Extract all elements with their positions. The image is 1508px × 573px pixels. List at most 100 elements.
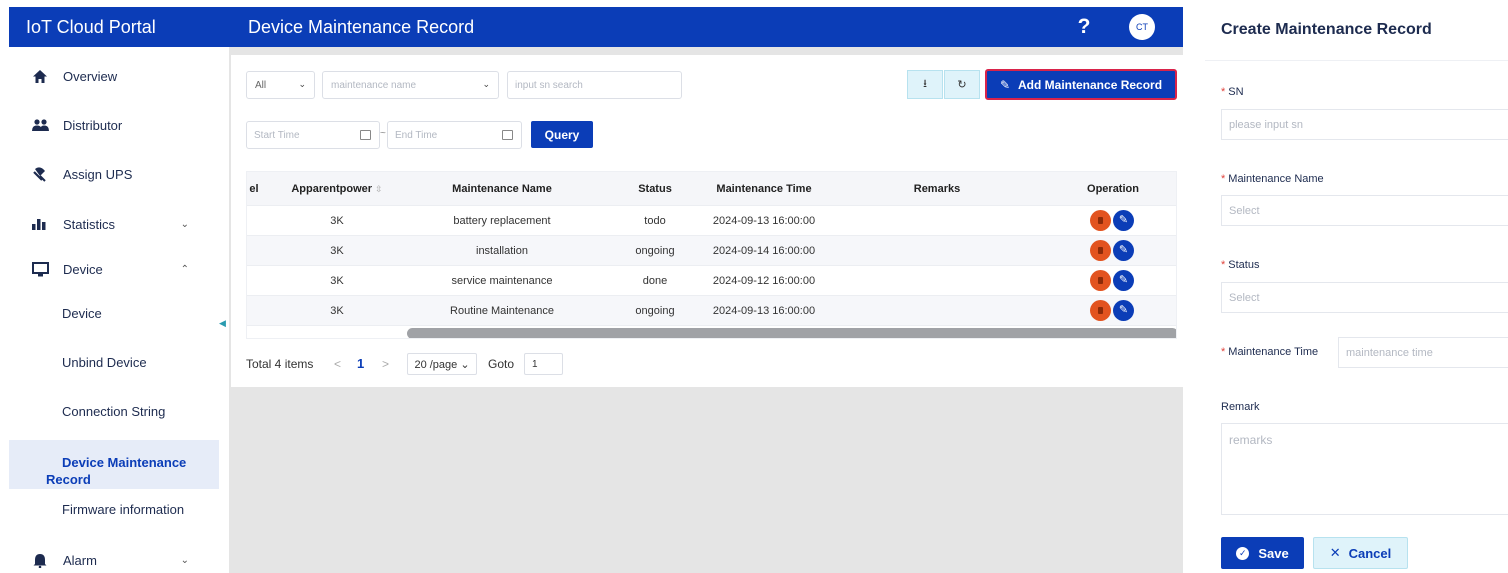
column-header-model: el [249, 183, 259, 195]
refresh-button[interactable]: ↻ [944, 70, 980, 99]
sidebar-subitem-unbind-device[interactable]: Unbind Device [9, 355, 219, 370]
maintenance-time-input[interactable]: maintenance time [1338, 337, 1508, 368]
cell-apparent-power: 3K [330, 305, 344, 317]
avatar[interactable]: CT [1129, 14, 1155, 40]
column-header-apparent-power[interactable]: Apparentpower ⇳ [282, 172, 392, 206]
sidebar-item-assign-ups[interactable]: Assign UPS [9, 165, 219, 183]
column-header-maintenance-name: Maintenance Name [452, 183, 552, 195]
delete-button[interactable] [1090, 210, 1111, 231]
page-size-select[interactable]: 20 /page ⌄ [407, 353, 477, 375]
sn-input[interactable]: please input sn [1221, 109, 1508, 140]
edit-button[interactable]: ✎ [1113, 240, 1134, 261]
top-bar: IoT Cloud Portal Device Maintenance Reco… [9, 7, 1183, 47]
pagination-total: Total 4 items [246, 357, 314, 371]
end-time-placeholder: End Time [395, 129, 438, 141]
remark-textarea[interactable]: remarks [1221, 423, 1508, 515]
delete-button[interactable] [1090, 300, 1111, 321]
type-select[interactable]: All ⌄ [246, 71, 315, 99]
sidebar: Overview Distributor Assign UPS Statisti… [9, 47, 219, 573]
sidebar-collapse-icon[interactable]: ◀ [219, 318, 227, 332]
home-icon [31, 67, 49, 85]
status-label-text: Status [1228, 259, 1260, 271]
delete-button[interactable] [1090, 240, 1111, 261]
cell-maintenance-name: service maintenance [451, 275, 553, 287]
chevron-down-icon[interactable]: ⌄ [181, 555, 189, 566]
cancel-button[interactable]: ✕ Cancel [1313, 537, 1408, 569]
sidebar-subitem-connection-string[interactable]: Connection String [9, 404, 219, 419]
sidebar-item-label: Assign UPS [63, 166, 133, 182]
table-row[interactable]: 3K battery replacement todo 2024-09-13 1… [247, 206, 1176, 236]
cancel-button-label: Cancel [1348, 545, 1392, 561]
status-select[interactable]: Select [1221, 282, 1508, 313]
end-time-input[interactable]: End Time [387, 121, 522, 149]
edit-button[interactable]: ✎ [1113, 270, 1134, 291]
maintenance-table: el Apparentpower ⇳ Maintenance Name Stat… [246, 171, 1177, 339]
required-mark: * [1221, 259, 1226, 271]
pagination-goto-input[interactable]: 1 [524, 353, 563, 375]
sidebar-subitem-firmware-information[interactable]: Firmware information [9, 502, 219, 517]
bell-icon [31, 551, 49, 569]
sidebar-item-device[interactable]: Device ⌃ [9, 260, 219, 278]
column-header-label: Apparentpower [291, 183, 373, 195]
sidebar-item-statistics[interactable]: Statistics ⌄ [9, 215, 219, 233]
form-divider [1205, 60, 1508, 61]
column-header-remarks: Remarks [913, 183, 961, 195]
table-row[interactable]: 3K Routine Maintenance ongoing 2024-09-1… [247, 296, 1176, 326]
pagination-next-button[interactable]: > [382, 357, 389, 371]
cell-maintenance-time: 2024-09-13 16:00:00 [712, 305, 816, 317]
brand-title: IoT Cloud Portal [26, 16, 156, 37]
start-time-input[interactable]: Start Time [246, 121, 380, 149]
help-icon[interactable]: ? [1074, 15, 1094, 39]
pagination-prev-button[interactable]: < [334, 357, 341, 371]
date-range-separator: ~ [380, 128, 386, 139]
sidebar-item-alarm[interactable]: Alarm ⌄ [9, 551, 219, 569]
start-time-placeholder: Start Time [254, 129, 300, 141]
required-mark: * [1221, 86, 1226, 98]
sidebar-item-distributor[interactable]: Distributor [9, 116, 219, 134]
delete-button[interactable] [1090, 270, 1111, 291]
add-maintenance-record-button[interactable]: ✎ Add Maintenance Record [985, 69, 1177, 100]
cell-maintenance-name: Routine Maintenance [450, 305, 554, 317]
cell-maintenance-time: 2024-09-14 16:00:00 [712, 245, 816, 257]
cell-maintenance-name: battery replacement [453, 215, 551, 227]
form-title: Create Maintenance Record [1221, 21, 1432, 38]
pagination-page-1[interactable]: 1 [357, 356, 364, 371]
sidebar-subitem-device-maintenance-record[interactable]: Device Maintenance Record [9, 440, 219, 489]
calendar-icon [502, 130, 513, 140]
table-row[interactable]: 3K installation ongoing 2024-09-14 16:00… [247, 236, 1176, 266]
edit-button[interactable]: ✎ [1113, 300, 1134, 321]
add-maintenance-record-label: Add Maintenance Record [1018, 77, 1163, 92]
sn-search-input[interactable]: input sn search [507, 71, 682, 99]
maintenance-name-select[interactable]: Select [1221, 195, 1508, 226]
save-button[interactable]: ✓ Save [1221, 537, 1304, 569]
maintenance-time-label: * Maintenance Time [1221, 346, 1318, 358]
sidebar-item-overview[interactable]: Overview [9, 67, 219, 85]
chevron-down-icon[interactable]: ⌄ [181, 219, 189, 230]
download-button[interactable]: ⭳ [907, 70, 943, 99]
cell-apparent-power: 3K [330, 215, 344, 227]
cell-apparent-power: 3K [330, 275, 344, 287]
maintenance-name-select[interactable]: maintenance name ⌄ [322, 71, 499, 99]
sort-icon[interactable]: ⇳ [375, 184, 383, 194]
chevron-down-icon: ⌄ [298, 79, 306, 89]
query-button[interactable]: Query [531, 121, 593, 148]
users-icon [31, 116, 49, 134]
table-horizontal-scrollbar[interactable] [407, 328, 1176, 338]
cell-maintenance-time: 2024-09-13 16:00:00 [712, 215, 816, 227]
page-title: Device Maintenance Record [248, 16, 475, 37]
type-select-value: All [255, 79, 267, 91]
status-label: * Status [1221, 259, 1259, 271]
cell-remarks [877, 296, 997, 326]
edit-button[interactable]: ✎ [1113, 210, 1134, 231]
table-row[interactable]: 3K service maintenance done 2024-09-12 1… [247, 266, 1176, 296]
cell-remarks [877, 266, 997, 296]
refresh-icon: ↻ [957, 79, 967, 91]
calendar-icon [360, 130, 371, 140]
cell-maintenance-name: installation [476, 245, 528, 257]
column-header-operation: Operation [1087, 183, 1139, 195]
cell-remarks [877, 236, 997, 266]
sidebar-item-label: Distributor [63, 117, 123, 133]
chevron-up-icon[interactable]: ⌃ [181, 264, 189, 275]
sidebar-subitem-device[interactable]: Device [9, 306, 219, 321]
sn-label-text: SN [1228, 86, 1244, 98]
